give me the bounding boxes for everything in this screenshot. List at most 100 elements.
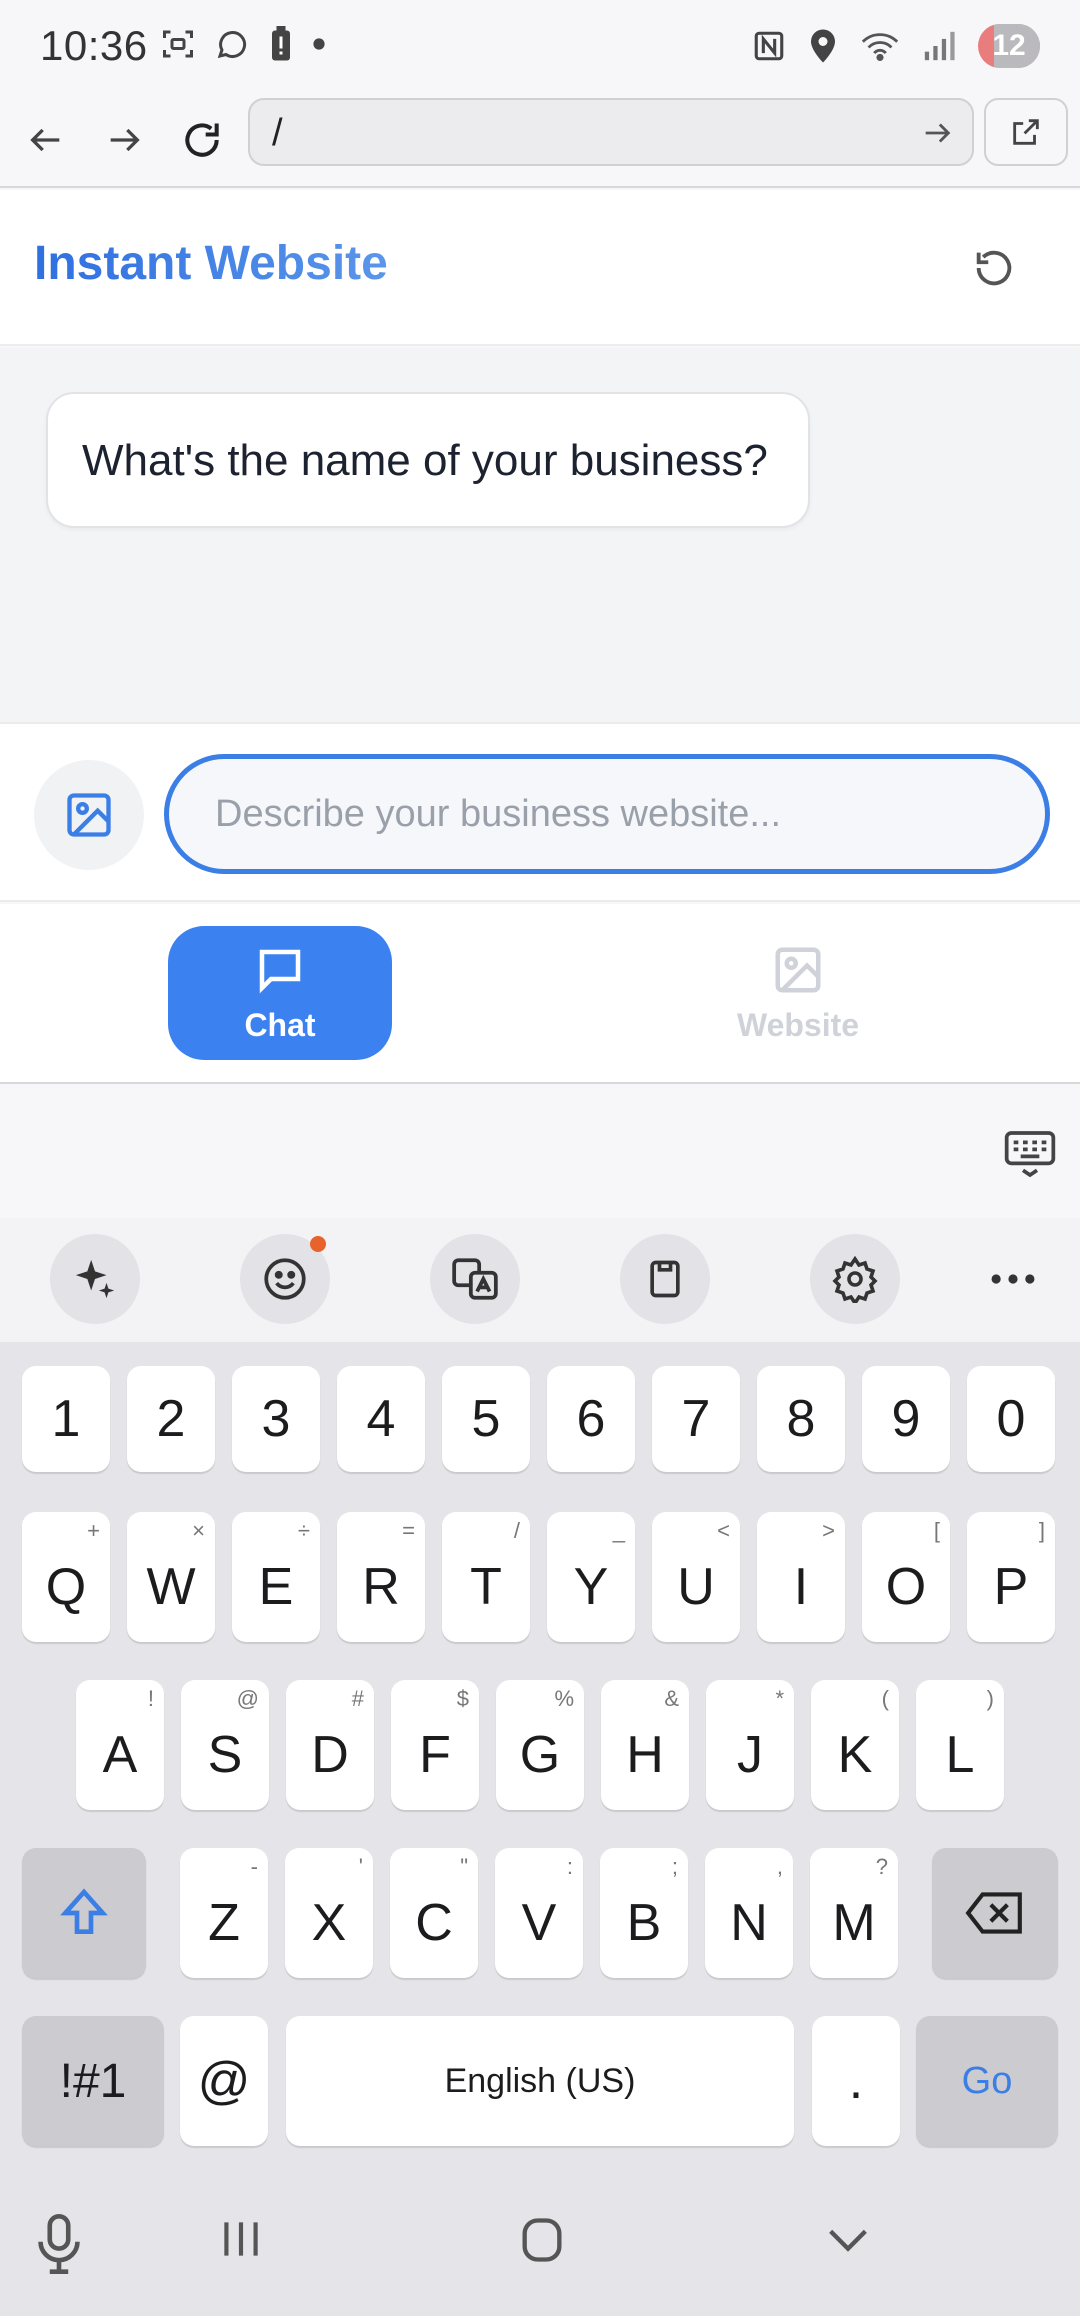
keyboard: 1 2 3 4 5 6 7 8 9 0 + Q × W ÷ E = R / T _ Y < U > I[O] P! A @ S # D $ F% G… [0, 1342, 1080, 2170]
shift-key[interactable] [22, 1848, 146, 1978]
forward-button[interactable] [92, 108, 156, 172]
key-secondary-label: < [717, 1518, 730, 1543]
key-secondary-label: ÷ [297, 1518, 310, 1543]
key-2[interactable]: 2 [127, 1366, 215, 1472]
key-label: J [737, 1726, 763, 1784]
hide-keyboard-button[interactable] [1002, 1126, 1058, 1187]
key-r[interactable]: = R [337, 1512, 425, 1642]
symbols-key[interactable]: !#1 [22, 2016, 164, 2146]
emoji-icon [264, 1258, 306, 1300]
key-a[interactable]: ! A [76, 1680, 164, 1810]
business-description-input[interactable] [164, 754, 1050, 874]
key-label: 1 [51, 1390, 81, 1448]
more-icon [991, 1274, 1035, 1284]
key-label: . [848, 2052, 864, 2110]
key-z[interactable]: -Z [180, 1848, 268, 1978]
open-external-button[interactable] [984, 98, 1068, 166]
key-secondary-label: % [554, 1686, 574, 1711]
tab-website[interactable]: Website [686, 926, 910, 1060]
nfc-icon [754, 31, 784, 61]
more-options-button[interactable] [968, 1234, 1058, 1324]
attach-image-button[interactable] [34, 760, 144, 870]
key-c[interactable]: " C [390, 1848, 478, 1978]
space-key[interactable]: English (US) [286, 2016, 794, 2146]
key-i[interactable]: > I [757, 1512, 845, 1642]
key-o[interactable]: [O [862, 1512, 950, 1642]
key-b[interactable]: ; B [600, 1848, 688, 1978]
key-q[interactable]: + Q [22, 1512, 110, 1642]
key-y[interactable]: _ Y [547, 1512, 635, 1642]
address-bar[interactable]: / [248, 98, 974, 166]
assistant-message-bubble: What's the name of your business? [46, 392, 810, 528]
key-s[interactable]: @ S [181, 1680, 269, 1810]
status-bar: 10:36 12 [0, 0, 1080, 92]
go-arrow-icon[interactable] [920, 116, 954, 150]
key-k[interactable]: (K [811, 1680, 899, 1810]
at-key[interactable]: @ [180, 2016, 268, 2146]
home-icon[interactable] [516, 2214, 568, 2266]
recent-apps-icon[interactable] [216, 2214, 266, 2264]
key-w[interactable]: × W [127, 1512, 215, 1642]
key-p[interactable]: ] P [967, 1512, 1055, 1642]
key-6[interactable]: 6 [547, 1366, 635, 1472]
key-3[interactable]: 3 [232, 1366, 320, 1472]
key-label: Y [573, 1558, 609, 1616]
chat-messages: What's the name of your business? [0, 348, 1080, 722]
reset-button[interactable] [964, 238, 1024, 298]
keyboard-hide-icon [1004, 1131, 1056, 1178]
key-t[interactable]: / T [442, 1512, 530, 1642]
key-m[interactable]: ? M [810, 1848, 898, 1978]
key-secondary-label: ? [875, 1854, 888, 1879]
forward-arrow-icon [110, 128, 140, 152]
emoji-button[interactable] [240, 1234, 330, 1324]
key-label: T [470, 1558, 502, 1616]
image-icon [775, 947, 821, 992]
key-secondary-label: @ [236, 1686, 259, 1711]
microphone-icon[interactable] [34, 2214, 84, 2274]
period-key[interactable]: . [812, 2016, 900, 2146]
key-secondary-label: ) [986, 1686, 994, 1711]
key-f[interactable]: $ F [391, 1680, 479, 1810]
keyboard-settings-button[interactable] [810, 1234, 900, 1324]
reload-button[interactable] [170, 108, 234, 172]
translate-button[interactable] [430, 1234, 520, 1324]
key-4[interactable]: 4 [337, 1366, 425, 1472]
browser-toolbar: / [0, 92, 1080, 188]
key-label: @ [197, 2052, 251, 2110]
key-n[interactable]: ,N [705, 1848, 793, 1978]
tab-chat[interactable]: Chat [168, 926, 392, 1060]
ai-tools-button[interactable] [50, 1234, 140, 1324]
key-g[interactable]: % G [496, 1680, 584, 1810]
key-7[interactable]: 7 [652, 1366, 740, 1472]
key-label: Z [208, 1894, 240, 1952]
chevron-down-icon[interactable] [820, 2214, 876, 2266]
keyboard-header [0, 1086, 1080, 1218]
key-h[interactable]: & H [601, 1680, 689, 1810]
key-0[interactable]: 0 [967, 1366, 1055, 1472]
key-v[interactable]: :V [495, 1848, 583, 1978]
key-secondary-label: _ [612, 1518, 625, 1543]
key-label: F [419, 1726, 451, 1784]
key-u[interactable]: < U [652, 1512, 740, 1642]
key-9[interactable]: 9 [862, 1366, 950, 1472]
go-key[interactable]: Go [916, 2016, 1058, 2146]
status-time: 10:36 [40, 22, 148, 69]
key-j[interactable]: * J [706, 1680, 794, 1810]
system-navigation-bar [0, 2170, 1080, 2316]
key-5[interactable]: 5 [442, 1366, 530, 1472]
whatsapp-icon [217, 31, 247, 59]
reload-icon [185, 123, 219, 157]
key-8[interactable]: 8 [757, 1366, 845, 1472]
clipboard-button[interactable] [620, 1234, 710, 1324]
keyboard-toolbar [0, 1218, 1080, 1342]
key-1[interactable]: 1 [22, 1366, 110, 1472]
tab-bar: Chat Website [0, 904, 1080, 1084]
key-x[interactable]: ' X [285, 1848, 373, 1978]
key-l[interactable]: ) L [916, 1680, 1004, 1810]
back-button[interactable] [14, 108, 78, 172]
key-label: S [207, 1726, 243, 1784]
backspace-key[interactable] [932, 1848, 1058, 1978]
key-e[interactable]: ÷ E [232, 1512, 320, 1642]
key-d[interactable]: # D [286, 1680, 374, 1810]
key-label: W [146, 1558, 196, 1616]
